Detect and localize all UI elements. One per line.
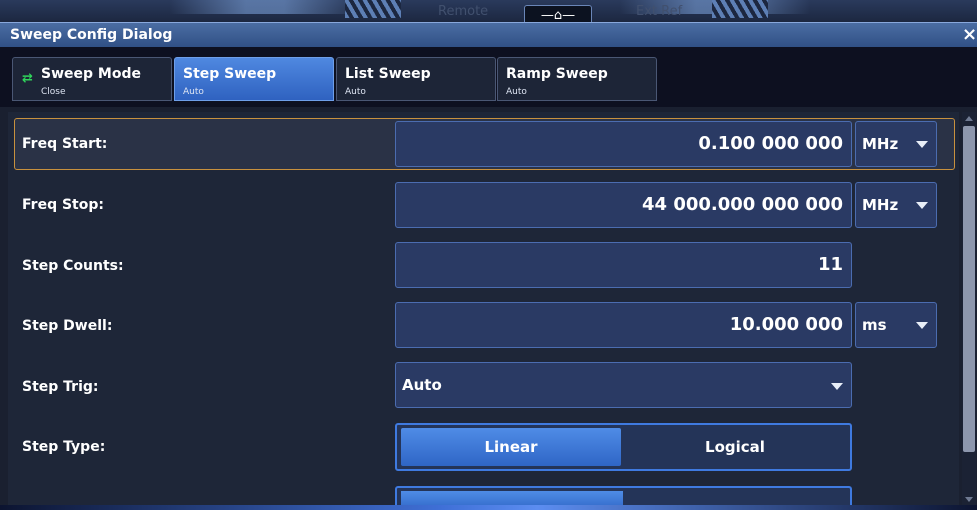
step-dwell-unit-select[interactable]: ms	[855, 302, 937, 348]
step-dwell-label: Step Dwell:	[22, 318, 113, 334]
next-row-toggle-selected	[401, 491, 623, 506]
chevron-down-icon	[916, 141, 928, 148]
tab-sublabel: Auto	[506, 87, 527, 97]
ext-ref-indicator: Ext Ref	[636, 4, 683, 19]
tab-sweep-mode[interactable]: ⇄ Sweep Mode Close	[12, 57, 172, 101]
tab-sublabel: Auto	[183, 87, 204, 97]
chevron-down-icon	[831, 383, 843, 390]
step-dwell-input[interactable]: 10.000 000	[395, 302, 852, 348]
freq-stop-input[interactable]: 44 000.000 000 000	[395, 182, 852, 228]
tab-list-sweep[interactable]: List Sweep Auto	[336, 57, 496, 101]
tab-label: Sweep Mode	[41, 66, 141, 82]
home-icon: —⌂—	[540, 7, 576, 23]
chevron-down-icon	[916, 202, 928, 209]
step-type-linear[interactable]: Linear	[401, 428, 621, 466]
step-trig-value: Auto	[402, 376, 442, 394]
step-type-label: Step Type:	[22, 439, 106, 455]
tab-ramp-sweep[interactable]: Ramp Sweep Auto	[497, 57, 657, 101]
step-type-logical[interactable]: Logical	[625, 428, 845, 466]
bottom-accent-line	[0, 505, 977, 510]
status-bar: Remote —⌂— Ext Ref	[0, 0, 977, 25]
freq-start-unit-select[interactable]: MHz	[855, 121, 937, 167]
step-counts-label: Step Counts:	[22, 258, 124, 274]
scrollbar-thumb[interactable]	[963, 126, 975, 452]
unit-value: MHz	[862, 196, 899, 214]
step-trig-select[interactable]: Auto	[395, 362, 852, 408]
freq-start-label: Freq Start:	[22, 136, 108, 152]
chevron-down-icon	[916, 322, 928, 329]
dialog-title: Sweep Config Dialog	[10, 27, 173, 43]
close-icon[interactable]: ×	[962, 24, 977, 45]
next-row-toggle-partial[interactable]	[395, 486, 852, 506]
tab-label: List Sweep	[345, 66, 431, 82]
step-type-toggle: Linear Logical	[395, 423, 852, 471]
status-bar-decoration-left	[170, 0, 360, 14]
freq-stop-label: Freq Stop:	[22, 197, 104, 213]
unit-value: MHz	[862, 135, 899, 153]
status-bar-stripes-left	[345, 0, 401, 18]
freq-stop-unit-select[interactable]: MHz	[855, 182, 937, 228]
tab-sublabel: Close	[41, 87, 66, 97]
status-bar-stripes-right	[712, 0, 768, 18]
step-trig-label: Step Trig:	[22, 379, 99, 395]
freq-start-input[interactable]: 0.100 000 000	[395, 121, 852, 167]
scroll-up-icon[interactable]	[965, 116, 973, 121]
step-counts-input[interactable]: 11	[395, 242, 852, 288]
scroll-down-icon[interactable]	[965, 497, 973, 502]
tab-label: Ramp Sweep	[506, 66, 608, 82]
tab-label: Step Sweep	[183, 66, 277, 82]
unit-value: ms	[862, 316, 887, 334]
sync-icon: ⇄	[22, 71, 33, 86]
tab-sublabel: Auto	[345, 87, 366, 97]
tab-step-sweep[interactable]: Step Sweep Auto	[174, 57, 334, 101]
remote-indicator: Remote	[438, 4, 489, 19]
tab-strip: ⇄ Sweep Mode Close Step Sweep Auto List …	[0, 47, 977, 107]
vertical-scrollbar[interactable]	[962, 112, 976, 506]
dialog-title-bar: Sweep Config Dialog ×	[0, 22, 977, 48]
